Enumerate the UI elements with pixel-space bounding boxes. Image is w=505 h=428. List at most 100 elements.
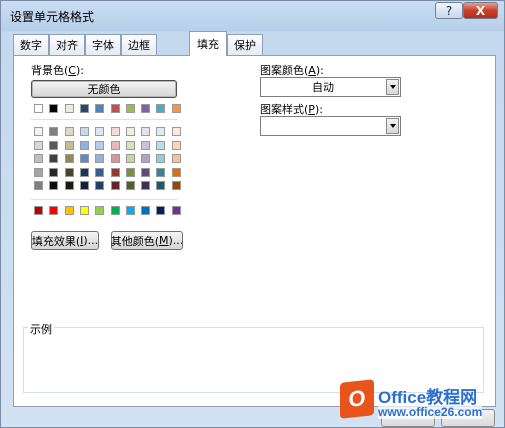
theme-tint-swatch[interactable]: [95, 127, 104, 136]
theme-tint-swatch[interactable]: [65, 127, 74, 136]
theme-tint-swatch[interactable]: [80, 167, 89, 177]
theme-color-swatch[interactable]: [111, 104, 120, 113]
theme-tint-swatch[interactable]: [126, 140, 135, 150]
theme-color-swatch[interactable]: [95, 104, 104, 113]
standard-color-swatch[interactable]: [49, 206, 58, 215]
theme-tint-swatch[interactable]: [95, 140, 104, 150]
theme-tint-swatch[interactable]: [80, 127, 89, 136]
watermark: O Office教程网 www.office26.com: [340, 379, 500, 425]
theme-tint-swatch[interactable]: [111, 181, 120, 190]
theme-tint-swatch[interactable]: [49, 140, 58, 150]
theme-color-swatch[interactable]: [126, 104, 135, 113]
theme-tint-swatch[interactable]: [95, 154, 104, 163]
theme-color-swatch[interactable]: [49, 104, 58, 113]
theme-tint-swatch[interactable]: [172, 167, 181, 177]
office-logo-icon: O: [340, 379, 374, 419]
standard-color-swatch[interactable]: [126, 206, 135, 215]
standard-color-swatch[interactable]: [111, 206, 120, 215]
no-color-button[interactable]: 无颜色: [31, 80, 177, 98]
theme-tint-swatch[interactable]: [126, 167, 135, 177]
theme-tint-swatch[interactable]: [172, 127, 181, 136]
theme-tint-swatch[interactable]: [65, 167, 74, 177]
theme-tint-swatch[interactable]: [34, 181, 43, 190]
theme-tint-swatch[interactable]: [156, 140, 165, 150]
standard-color-swatch[interactable]: [141, 206, 150, 215]
tab-font[interactable]: 字体: [85, 34, 121, 55]
theme-tint-swatch[interactable]: [34, 154, 43, 163]
watermark-url: www.office26.com: [378, 405, 483, 419]
pattern-color-value: 自动: [312, 81, 334, 94]
pattern-style-select[interactable]: [260, 116, 401, 136]
fill-panel: 背景色(C): 无颜色 填充效果(I)... 其他颜色(M)... 图案颜色(A…: [13, 55, 496, 407]
pattern-style-label: 图案样式(P):: [260, 103, 323, 116]
theme-tint-swatch[interactable]: [141, 140, 150, 150]
theme-tint-swatch[interactable]: [141, 181, 150, 190]
theme-tint-swatch[interactable]: [126, 181, 135, 190]
theme-tint-swatch[interactable]: [156, 127, 165, 136]
theme-tint-swatch[interactable]: [49, 127, 58, 136]
more-colors-button[interactable]: 其他颜色(M)...: [111, 231, 183, 250]
theme-tint-swatch[interactable]: [49, 167, 58, 177]
theme-tint-swatch[interactable]: [34, 127, 43, 136]
theme-tint-swatch[interactable]: [172, 140, 181, 150]
tab-fill[interactable]: 填充: [189, 31, 227, 56]
palette-divider: [31, 119, 177, 120]
theme-tint-swatch[interactable]: [172, 181, 181, 190]
pattern-color-label: 图案颜色(A):: [260, 64, 324, 77]
theme-tint-swatch[interactable]: [95, 181, 104, 190]
sample-label: 示例: [28, 321, 54, 337]
theme-tint-swatch[interactable]: [65, 181, 74, 190]
pattern-style-value: [261, 117, 385, 135]
tab-protection[interactable]: 保护: [227, 34, 263, 55]
theme-tint-swatch[interactable]: [111, 127, 120, 136]
theme-color-swatch[interactable]: [80, 104, 89, 113]
background-color-label: 背景色(C):: [31, 64, 84, 77]
theme-tint-swatch[interactable]: [65, 154, 74, 163]
theme-tint-swatch[interactable]: [80, 140, 89, 150]
theme-tint-swatch[interactable]: [49, 181, 58, 190]
theme-tint-swatch[interactable]: [111, 154, 120, 163]
theme-color-swatch[interactable]: [65, 104, 74, 113]
standard-color-swatch[interactable]: [65, 206, 74, 215]
theme-tint-swatch[interactable]: [111, 140, 120, 150]
tab-border[interactable]: 边框: [121, 34, 157, 55]
chevron-down-icon[interactable]: [386, 79, 399, 95]
theme-tint-swatch[interactable]: [156, 154, 165, 163]
theme-tint-swatch[interactable]: [141, 167, 150, 177]
title-bar[interactable]: 设置单元格格式 ? X: [1, 1, 504, 29]
theme-tint-swatch[interactable]: [49, 154, 58, 163]
theme-tint-swatch[interactable]: [111, 167, 120, 177]
theme-color-swatch[interactable]: [141, 104, 150, 113]
theme-color-swatch[interactable]: [156, 104, 165, 113]
tab-alignment[interactable]: 对齐: [49, 34, 85, 55]
theme-color-swatch[interactable]: [34, 104, 43, 113]
theme-tint-swatch[interactable]: [141, 154, 150, 163]
theme-tint-swatch[interactable]: [34, 167, 43, 177]
theme-tint-swatch[interactable]: [34, 140, 43, 150]
standard-color-swatch[interactable]: [80, 206, 89, 215]
standard-color-swatch[interactable]: [156, 206, 165, 215]
theme-tint-swatch[interactable]: [126, 154, 135, 163]
standard-color-swatch[interactable]: [95, 206, 104, 215]
palette-divider: [31, 199, 177, 200]
close-button[interactable]: X: [463, 2, 498, 19]
format-cells-dialog: 设置单元格格式 ? X 数字 对齐 字体 边框 填充 保护 背景色(C): 无颜…: [0, 0, 505, 428]
theme-tint-swatch[interactable]: [65, 140, 74, 150]
standard-color-swatch[interactable]: [34, 206, 43, 215]
theme-tint-swatch[interactable]: [141, 127, 150, 136]
help-button[interactable]: ?: [435, 2, 463, 19]
theme-tint-swatch[interactable]: [95, 167, 104, 177]
theme-tint-swatch[interactable]: [156, 167, 165, 177]
tab-number[interactable]: 数字: [13, 34, 49, 55]
theme-color-swatch[interactable]: [172, 104, 181, 113]
standard-color-swatch[interactable]: [172, 206, 181, 215]
chevron-down-icon[interactable]: [386, 118, 399, 134]
theme-tint-swatch[interactable]: [156, 181, 165, 190]
theme-tint-swatch[interactable]: [80, 181, 89, 190]
fill-effects-button[interactable]: 填充效果(I)...: [31, 231, 99, 250]
theme-tint-swatch[interactable]: [80, 154, 89, 163]
theme-tint-swatch[interactable]: [126, 127, 135, 136]
pattern-color-select[interactable]: 自动: [260, 77, 401, 97]
theme-tint-swatch[interactable]: [172, 154, 181, 163]
dialog-title: 设置单元格格式: [10, 10, 95, 24]
